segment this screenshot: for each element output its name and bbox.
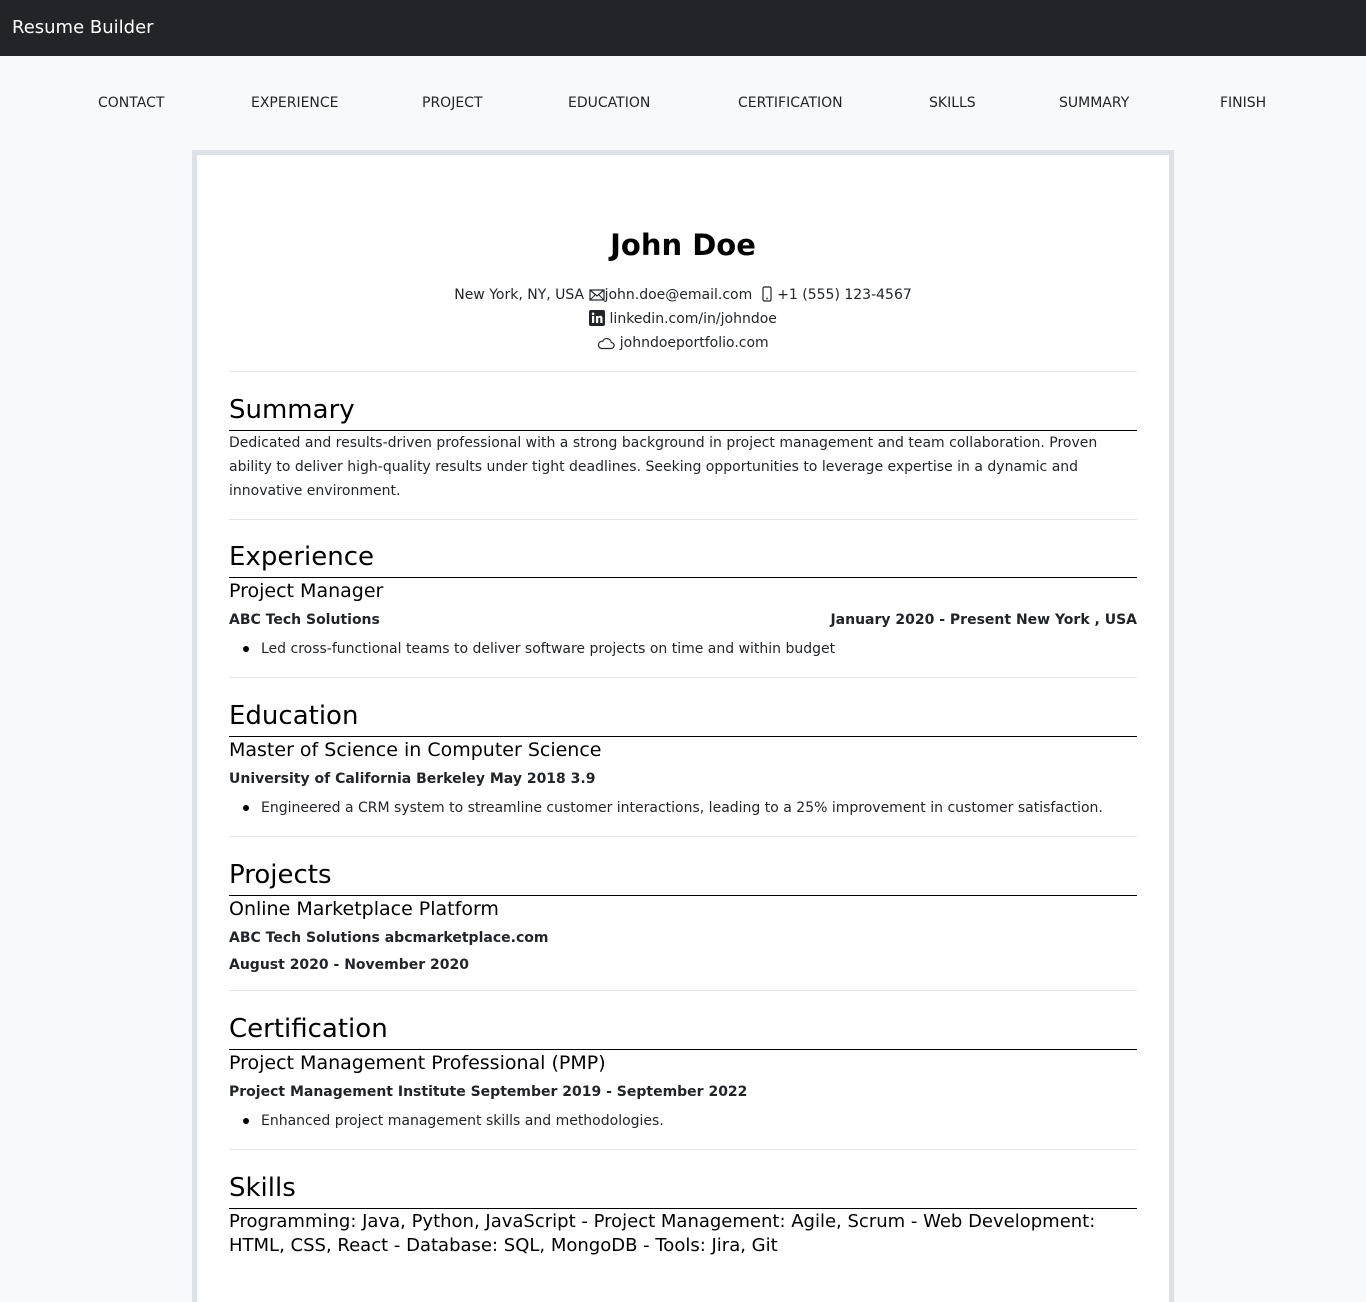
- step-certification[interactable]: CERTIFICATION: [738, 92, 843, 114]
- experience-company: ABC Tech Solutions: [229, 612, 380, 628]
- resume-preview: John Doe New York, NY, USA john.doe@emai…: [192, 150, 1174, 1302]
- step-summary[interactable]: SUMMARY: [1059, 92, 1129, 114]
- contact-phone: +1 (555) 123-4567: [777, 287, 912, 303]
- education-details: University of California Berkeley May 20…: [229, 771, 596, 787]
- education-degree: Master of Science in Computer Science: [229, 739, 602, 761]
- contact-line-3: johndoeportfolio.com: [229, 331, 1137, 358]
- certification-heading: Certification: [229, 1010, 1137, 1050]
- step-project[interactable]: PROJECT: [422, 92, 483, 114]
- step-finish[interactable]: FINISH: [1220, 92, 1266, 114]
- certification-bullet: Enhanced project management skills and m…: [229, 1109, 1137, 1133]
- step-education[interactable]: EDUCATION: [568, 92, 650, 114]
- contact-location: New York, NY, USA: [454, 287, 585, 303]
- divider: [229, 1149, 1137, 1150]
- cloud-icon: [597, 334, 616, 358]
- experience-role: Project Manager: [229, 580, 384, 602]
- step-skills[interactable]: SKILLS: [929, 92, 976, 114]
- contact-linkedin[interactable]: linkedin.com/in/johndoe: [610, 311, 777, 327]
- certification-details: Project Management Institute September 2…: [229, 1084, 748, 1100]
- step-contact[interactable]: CONTACT: [98, 92, 164, 114]
- summary-text: Dedicated and results-driven professiona…: [229, 435, 1098, 499]
- project-dates: August 2020 - November 2020: [229, 957, 470, 973]
- contact-email[interactable]: john.doe@email.com: [605, 287, 753, 303]
- contact-line-1: New York, NY, USA john.doe@email.com +1 …: [229, 283, 1137, 310]
- experience-meta: ABC Tech Solutions January 2020 - Presen…: [229, 608, 1137, 632]
- skills-text: Programming: Java, Python, JavaScript - …: [229, 1211, 1096, 1256]
- project-org: ABC Tech Solutions abcmarketplace.com: [229, 930, 549, 946]
- projects-heading: Projects: [229, 856, 1137, 896]
- education-bullet: Engineered a CRM system to streamline cu…: [229, 796, 1137, 820]
- experience-dates-location: January 2020 - Present New York , USA: [830, 612, 1137, 628]
- contact-line-2: linkedin.com/in/johndoe: [229, 307, 1137, 334]
- divider: [229, 371, 1137, 372]
- contact-portfolio[interactable]: johndoeportfolio.com: [620, 335, 769, 351]
- divider: [229, 836, 1137, 837]
- top-navbar: Resume Builder: [0, 0, 1366, 56]
- divider: [229, 990, 1137, 991]
- experience-bullet: Led cross-functional teams to deliver so…: [229, 637, 1137, 661]
- skills-heading: Skills: [229, 1169, 1137, 1209]
- step-experience[interactable]: EXPERIENCE: [251, 92, 339, 114]
- divider: [229, 677, 1137, 678]
- education-heading: Education: [229, 697, 1137, 737]
- summary-heading: Summary: [229, 391, 1137, 431]
- project-name: Online Marketplace Platform: [229, 898, 499, 920]
- experience-heading: Experience: [229, 538, 1137, 578]
- certification-name: Project Management Professional (PMP): [229, 1052, 606, 1074]
- divider: [229, 519, 1137, 520]
- resume-name: John Doe: [610, 228, 756, 262]
- step-nav: CONTACT EXPERIENCE PROJECT EDUCATION CER…: [0, 92, 1366, 114]
- brand-link[interactable]: Resume Builder: [12, 16, 154, 40]
